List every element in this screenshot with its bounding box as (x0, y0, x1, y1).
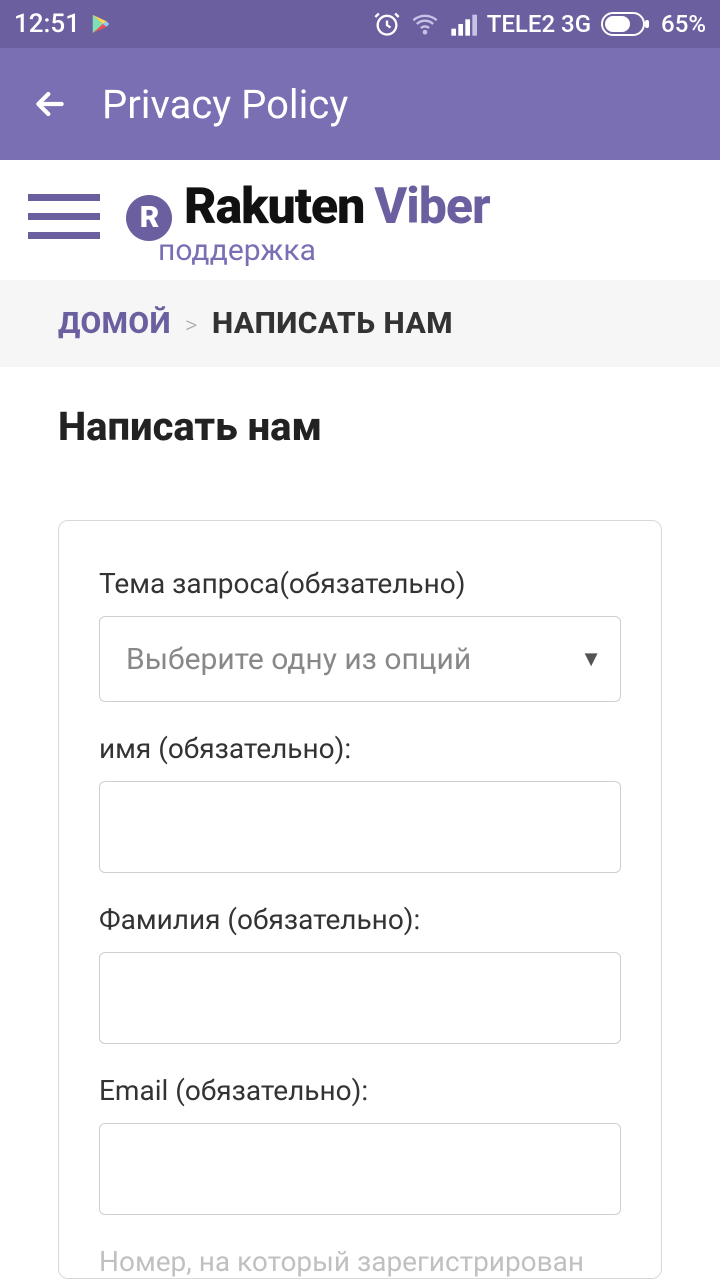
lastname-input[interactable] (99, 952, 621, 1044)
breadcrumb-separator: > (185, 311, 198, 339)
breadcrumb: ДОМОЙ > НАПИСАТЬ НАМ (0, 280, 720, 367)
carrier-label: TELE2 3G (487, 10, 591, 38)
subject-label: Тема запроса(обязательно) (99, 567, 621, 600)
site-header: R Rakuten Viber поддержка (0, 160, 720, 280)
logo-brand1: Rakuten (184, 178, 364, 236)
battery-percent: 65% (661, 10, 706, 38)
subject-select[interactable]: Выберите одну из опций ▼ (99, 616, 621, 702)
firstname-input[interactable] (99, 781, 621, 873)
field-email: Email (обязательно): (99, 1074, 621, 1215)
logo-r-icon: R (126, 195, 172, 241)
menu-icon[interactable] (28, 178, 100, 239)
subject-placeholder: Выберите одну из опций (126, 642, 471, 677)
field-firstname: имя (обязательно): (99, 732, 621, 873)
app-bar: Privacy Policy (0, 48, 720, 160)
breadcrumb-home[interactable]: ДОМОЙ (58, 306, 171, 341)
lastname-label: Фамилия (обязательно): (99, 903, 621, 936)
wifi-icon (411, 10, 439, 38)
breadcrumb-current: НАПИСАТЬ НАМ (212, 306, 453, 341)
email-input[interactable] (99, 1123, 621, 1215)
page-title: Написать нам (58, 403, 662, 450)
signal-icon (449, 10, 477, 38)
status-time: 12:51 (14, 9, 80, 39)
logo-subtitle: поддержка (126, 233, 490, 268)
field-subject: Тема запроса(обязательно) Выберите одну … (99, 567, 621, 702)
firstname-label: имя (обязательно): (99, 732, 621, 765)
email-label: Email (обязательно): (99, 1074, 621, 1107)
status-bar: 12:51 TELE2 3G 65% (0, 0, 720, 48)
logo[interactable]: R Rakuten Viber поддержка (126, 178, 490, 268)
chevron-down-icon: ▼ (580, 646, 602, 672)
back-icon[interactable] (30, 84, 70, 124)
appbar-title: Privacy Policy (102, 81, 348, 128)
status-left: 12:51 (14, 9, 112, 39)
battery-icon (601, 12, 651, 36)
alarm-icon (373, 10, 401, 38)
logo-brand2: Viber (374, 178, 489, 236)
phone-label-cutoff: Номер, на который зарегистрирован (99, 1245, 621, 1278)
play-store-icon (90, 13, 112, 35)
field-lastname: Фамилия (обязательно): (99, 903, 621, 1044)
content: Написать нам Тема запроса(обязательно) В… (0, 367, 720, 1279)
status-right: TELE2 3G 65% (373, 10, 706, 38)
contact-form: Тема запроса(обязательно) Выберите одну … (58, 520, 662, 1279)
